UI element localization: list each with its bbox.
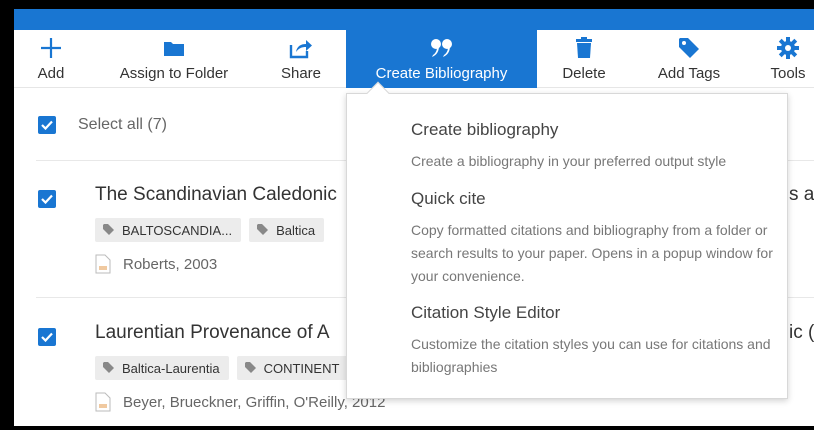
check-icon: [41, 194, 53, 204]
menu-item-description: Create a bibliography in your preferred …: [411, 153, 727, 169]
tag-chip[interactable]: Baltica: [249, 218, 325, 242]
screenshot-border: [0, 0, 814, 9]
tag-label: BALTOSCANDIA...: [122, 222, 233, 238]
folder-icon: [163, 36, 185, 60]
tag-icon: [244, 362, 257, 374]
tools-button[interactable]: Tools: [764, 30, 812, 88]
screenshot-border: [0, 426, 814, 430]
tag-label: CONTINENT: [263, 360, 340, 376]
tag-label: Baltica: [276, 222, 316, 238]
share-label: Share: [280, 65, 322, 82]
bibliography-dropdown-menu: Create bibliography Create a bibliograph…: [346, 93, 788, 399]
menu-item-quick-cite[interactable]: Quick cite Copy formatted citations and …: [411, 189, 791, 288]
share-icon: [289, 36, 313, 60]
menu-item-title: Create bibliography: [411, 120, 559, 139]
tag-chip[interactable]: CONTINENT: [236, 356, 349, 380]
add-tags-button[interactable]: Add Tags: [646, 30, 732, 88]
menu-item-citation-style-editor[interactable]: Citation Style Editor Customize the cita…: [411, 303, 791, 379]
create-bibliography-label: Create Bibliography: [375, 65, 508, 82]
plus-icon: [40, 36, 62, 60]
quote-icon: [430, 36, 454, 60]
trash-icon: [575, 36, 593, 60]
author-text: Roberts, 2003: [123, 255, 218, 273]
assign-to-folder-label: Assign to Folder: [119, 65, 229, 82]
tag-label: Baltica-Laurentia: [122, 360, 220, 376]
select-all-label: Select all (7): [78, 116, 167, 133]
tag-icon: [678, 36, 700, 60]
menu-item-title: Citation Style Editor: [411, 303, 561, 322]
menu-item-title: Quick cite: [411, 189, 486, 208]
assign-to-folder-button[interactable]: Assign to Folder: [104, 30, 244, 88]
record-checkbox[interactable]: [38, 190, 56, 208]
tag-chip[interactable]: Baltica-Laurentia: [95, 356, 229, 380]
check-icon: [41, 332, 53, 342]
tag-icon: [257, 224, 269, 236]
top-header-bar: [14, 9, 814, 30]
record-author: Beyer, Brueckner, Griffin, O'Reilly, 201…: [95, 392, 385, 412]
create-bibliography-button[interactable]: Create Bibliography: [346, 30, 537, 88]
tag-list: BALTOSCANDIA... Baltica: [95, 218, 325, 242]
document-icon: [95, 254, 111, 274]
share-button[interactable]: Share: [272, 30, 330, 88]
tag-icon: [103, 362, 115, 374]
tag-list: Baltica-Laurentia CONTINENT: [95, 356, 349, 380]
select-all-checkbox[interactable]: [38, 116, 56, 134]
tools-label: Tools: [770, 65, 806, 82]
tag-icon: [103, 224, 115, 236]
menu-item-create-bibliography[interactable]: Create bibliography Create a bibliograph…: [411, 120, 791, 173]
record-author: Roberts, 2003: [95, 254, 217, 274]
select-all-row: Select all (7): [38, 116, 167, 134]
add-label: Add: [37, 65, 65, 82]
record-checkbox[interactable]: [38, 328, 56, 346]
document-icon: [95, 392, 111, 412]
add-button[interactable]: Add: [28, 30, 74, 88]
record-title[interactable]: Laurentian Provenance of A: [95, 322, 330, 344]
menu-item-description: Copy formatted citations and bibliograph…: [411, 222, 773, 284]
record-title[interactable]: The Scandinavian Caledonic: [95, 184, 337, 206]
menu-item-description: Customize the citation styles you can us…: [411, 336, 771, 375]
app-window: Add Assign to Folder Share Create Biblio…: [0, 0, 814, 430]
check-icon: [41, 120, 53, 130]
gear-icon: [777, 36, 799, 60]
tag-chip[interactable]: BALTOSCANDIA...: [95, 218, 242, 242]
record-title-tail: s ar: [789, 184, 814, 205]
delete-button[interactable]: Delete: [555, 30, 613, 88]
screenshot-border: [0, 0, 14, 430]
toolbar: Add Assign to Folder Share Create Biblio…: [14, 30, 814, 88]
delete-label: Delete: [562, 65, 606, 82]
add-tags-label: Add Tags: [657, 65, 721, 82]
record-title-tail: ic (: [789, 322, 814, 343]
